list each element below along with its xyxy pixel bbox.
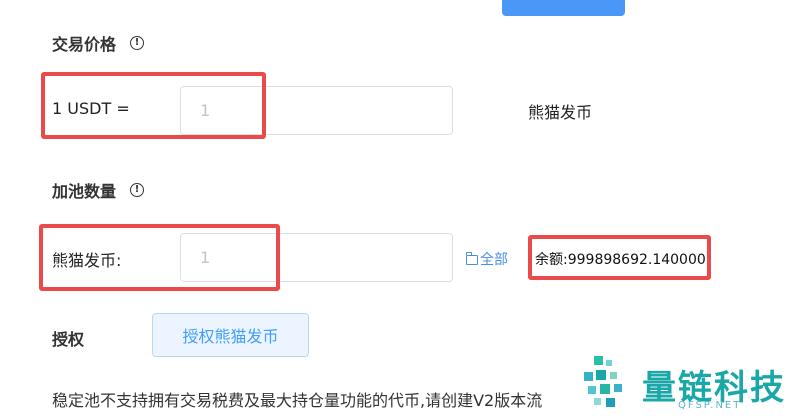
folder-icon bbox=[466, 251, 478, 265]
max-amount-link[interactable]: 全部 bbox=[466, 249, 508, 269]
liquidity-section-label: 加池数量 bbox=[52, 182, 117, 201]
amount-input[interactable]: 1 bbox=[180, 233, 453, 282]
price-input-placeholder: 1 bbox=[200, 101, 211, 120]
notice-text: 稳定池不支持拥有交易税费及最大持仓量功能的代币,请创建V2版本流 bbox=[52, 391, 543, 410]
authorize-button[interactable]: 授权熊猫发币 bbox=[152, 313, 309, 357]
liquidity-section-title: 加池数量 bbox=[52, 178, 145, 202]
info-icon[interactable] bbox=[130, 36, 145, 50]
watermark-subtitle: QFSP.NET bbox=[678, 400, 742, 411]
price-section-label: 交易价格 bbox=[52, 35, 117, 54]
price-row-label: 1 USDT = bbox=[52, 99, 130, 118]
watermark-logo-icon bbox=[584, 356, 622, 407]
amount-row-label: 熊猫发币: bbox=[52, 251, 122, 270]
submit-button-top[interactable] bbox=[502, 0, 625, 16]
watermark: 量链科技 QFSP.NET bbox=[582, 354, 800, 416]
price-section-title: 交易价格 bbox=[52, 31, 145, 55]
max-amount-label: 全部 bbox=[480, 252, 508, 268]
info-icon[interactable] bbox=[130, 183, 145, 197]
balance-text: 余额:999898692.140000 bbox=[535, 252, 706, 268]
price-unit-label: 熊猫发币 bbox=[528, 103, 593, 122]
amount-input-placeholder: 1 bbox=[200, 248, 211, 267]
authorize-label: 授权 bbox=[52, 330, 85, 349]
price-input[interactable]: 1 bbox=[180, 86, 453, 135]
authorize-button-label: 授权熊猫发币 bbox=[182, 327, 279, 346]
